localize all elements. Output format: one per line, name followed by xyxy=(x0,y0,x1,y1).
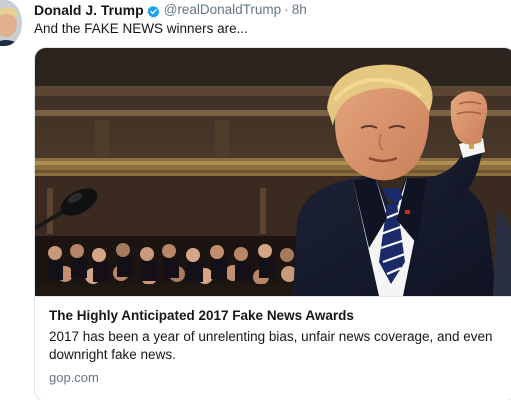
link-card[interactable]: The Highly Anticipated 2017 Fake News Aw… xyxy=(34,47,511,400)
user-handle[interactable]: @realDonaldTrump xyxy=(164,1,282,19)
display-name[interactable]: Donald J. Trump xyxy=(34,1,144,19)
tweet-text: And the FAKE NEWS winners are... xyxy=(34,21,248,36)
card-image xyxy=(35,48,511,296)
verified-badge-icon xyxy=(147,4,160,18)
profile-avatar[interactable] xyxy=(0,0,22,46)
tweet-header: Donald J. Trump @realDonaldTrump · 8h xyxy=(34,1,307,19)
card-title: The Highly Anticipated 2017 Fake News Aw… xyxy=(49,308,354,323)
card-description: 2017 has been a year of unrelenting bias… xyxy=(49,329,493,362)
header-separator: · xyxy=(284,2,289,17)
card-body: The Highly Anticipated 2017 Fake News Aw… xyxy=(35,296,511,400)
tweet-timestamp[interactable]: 8h xyxy=(292,1,307,19)
card-domain: gop.com xyxy=(49,370,99,385)
tweet: Donald J. Trump @realDonaldTrump · 8h An… xyxy=(0,0,511,400)
